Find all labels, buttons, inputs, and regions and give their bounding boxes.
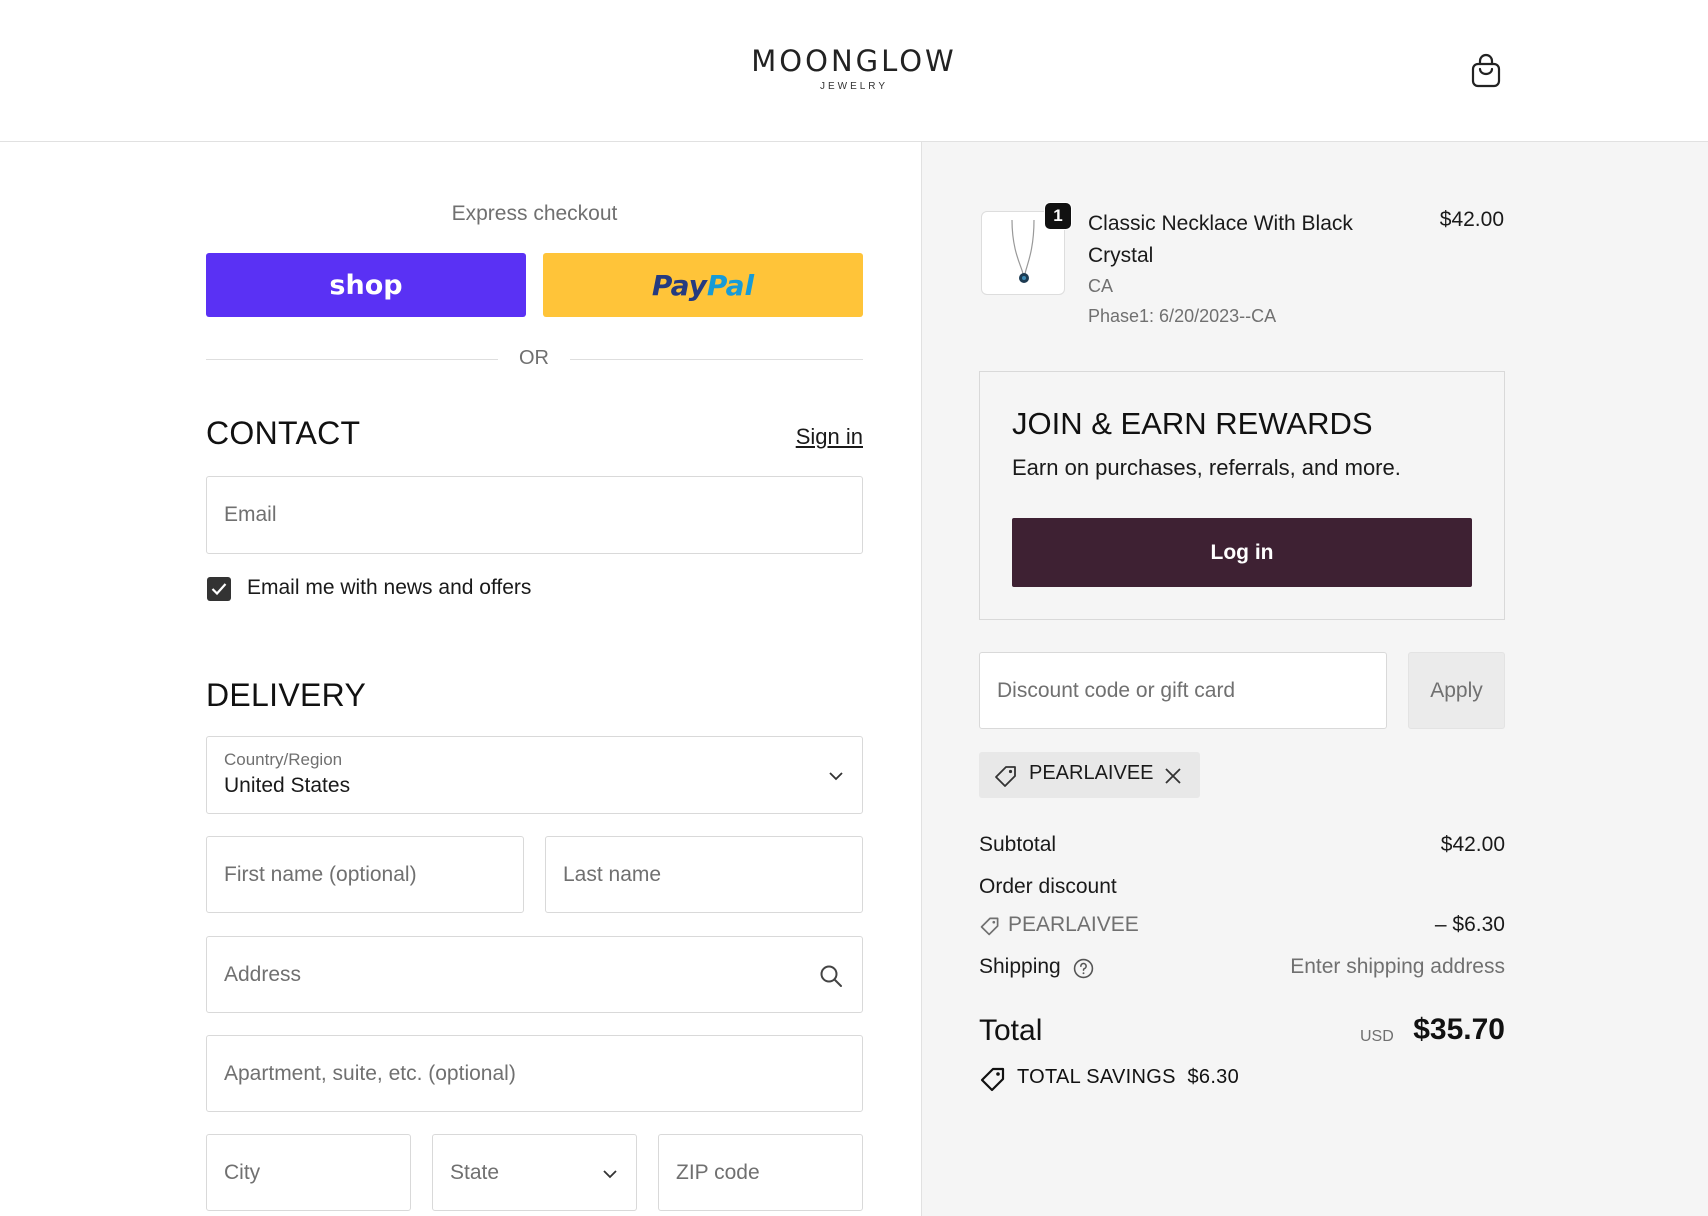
shopping-bag-icon[interactable] [1470,52,1502,88]
total-label: Total [979,1014,1043,1047]
discount-amount: – $6.30 [1434,913,1505,936]
state-placeholder: State [450,1160,500,1184]
applied-discount-code: PEARLAIVEE [1029,762,1154,784]
address-placeholder: Address [224,962,302,986]
product-price: $42.00 [1439,208,1504,231]
rewards-card: JOIN & EARN REWARDS Earn on purchases, r… [979,371,1505,620]
email-field[interactable]: Email [206,476,863,554]
zip-placeholder: ZIP code [676,1160,760,1184]
newsletter-checkbox[interactable] [207,577,231,601]
paypal-button[interactable]: Pay Pal [543,253,863,317]
applied-discount-chip: PEARLAIVEE [979,752,1200,798]
rewards-title: JOIN & EARN REWARDS [1012,406,1373,441]
city-field[interactable]: City [206,1134,411,1211]
log-in-button[interactable]: Log in [1012,518,1472,587]
chevron-down-icon [829,772,843,781]
rewards-subtitle: Earn on purchases, referrals, and more. [1012,455,1401,480]
tag-icon [980,917,999,936]
total-savings: TOTAL SAVINGS $6.30 [1017,1066,1239,1089]
divider [206,359,498,360]
country-label: Country/Region [224,750,343,769]
site-header: MOONGLOW JEWELRY [0,0,1708,142]
brand-logo[interactable]: MOONGLOW JEWELRY [0,44,1708,92]
apply-discount-button[interactable]: Apply [1408,652,1505,729]
apartment-field[interactable]: Apartment, suite, etc. (optional) [206,1035,863,1112]
currency-code: USD [1360,1028,1394,1045]
newsletter-label: Email me with news and offers [247,576,532,599]
contact-title: CONTACT [206,415,361,451]
total-value: $35.70 [1413,1013,1505,1046]
apartment-placeholder: Apartment, suite, etc. (optional) [224,1061,516,1085]
discount-code-line: PEARLAIVEE [1008,913,1139,936]
shipping-value: Enter shipping address [1290,955,1505,978]
brand-name: MOONGLOW [751,44,957,78]
address-field[interactable]: Address [206,936,863,1013]
city-placeholder: City [224,1160,261,1184]
tag-icon [995,766,1016,787]
sign-in-link[interactable]: Sign in [763,424,863,450]
delivery-title: DELIVERY [206,677,367,713]
search-icon[interactable] [819,964,843,988]
last-name-placeholder: Last name [563,862,662,886]
zip-field[interactable]: ZIP code [658,1134,863,1211]
paypal-logo-part2: Pal [706,268,755,302]
help-icon[interactable] [1073,958,1094,979]
shop-pay-button[interactable]: shop [206,253,526,317]
quantity-badge: 1 [1044,202,1072,230]
country-select[interactable]: Country/Region United States [206,736,863,814]
first-name-placeholder: First name (optional) [224,862,417,886]
shipping-label: Shipping [979,955,1061,978]
discount-placeholder: Discount code or gift card [997,678,1236,702]
first-name-field[interactable]: First name (optional) [206,836,524,913]
chevron-down-icon [603,1170,617,1179]
product-variant: CA [1088,276,1114,296]
email-placeholder: Email [224,503,277,526]
express-checkout-title: Express checkout [451,202,618,225]
product-note: Phase1: 6/20/2023--CA [1088,306,1277,326]
savings-label: TOTAL SAVINGS [1017,1066,1176,1088]
savings-tag-icon [980,1067,1005,1092]
discount-code-field[interactable]: Discount code or gift card [979,652,1387,729]
state-select[interactable]: State [432,1134,637,1211]
order-discount-label: Order discount [979,875,1117,898]
country-value: United States [224,774,351,797]
subtotal-value: $42.00 [1440,833,1505,856]
divider [570,359,863,360]
close-icon[interactable] [1164,767,1182,785]
paypal-logo-part1: Pay [651,268,707,302]
savings-value: $6.30 [1187,1066,1240,1088]
last-name-field[interactable]: Last name [545,836,863,913]
or-divider-label: OR [519,347,549,369]
subtotal-label: Subtotal [979,833,1057,856]
brand-tagline: JEWELRY [819,81,889,92]
